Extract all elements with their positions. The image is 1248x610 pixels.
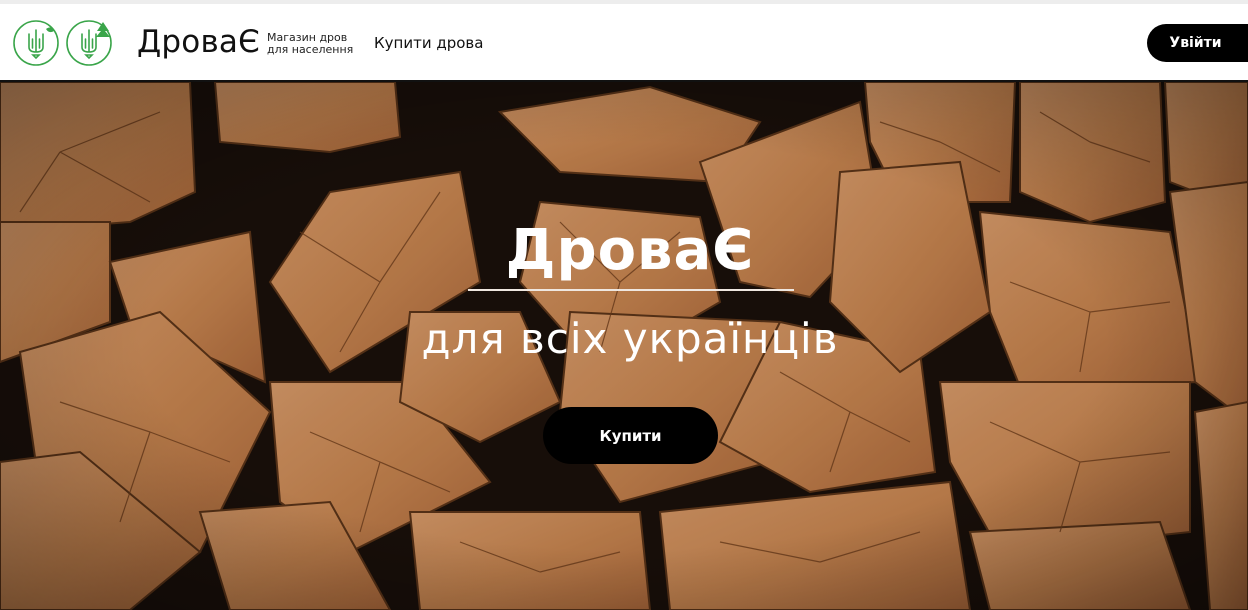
tagline-line-2: для населення [267,43,354,56]
hero-divider [468,289,794,291]
brand-name[interactable]: ДроваЄ [137,24,260,60]
site-header: ДроваЄ Магазин дров для населення Купити… [0,4,1248,82]
trident-emblem-icon[interactable] [12,19,60,67]
trident-tree-emblem-icon[interactable] [65,19,113,67]
brand-tagline: Магазин дров для населення [267,32,353,56]
hero-subtitle: для всіх українців [421,314,839,363]
hero-title: ДроваЄ [505,218,755,283]
hero-banner: ДроваЄ для всіх українців Купити [0,82,1248,610]
buy-button[interactable]: Купити [543,407,718,464]
login-button[interactable]: Увійти [1147,24,1248,62]
nav-buy-firewood-link[interactable]: Купити дрова [374,34,483,52]
